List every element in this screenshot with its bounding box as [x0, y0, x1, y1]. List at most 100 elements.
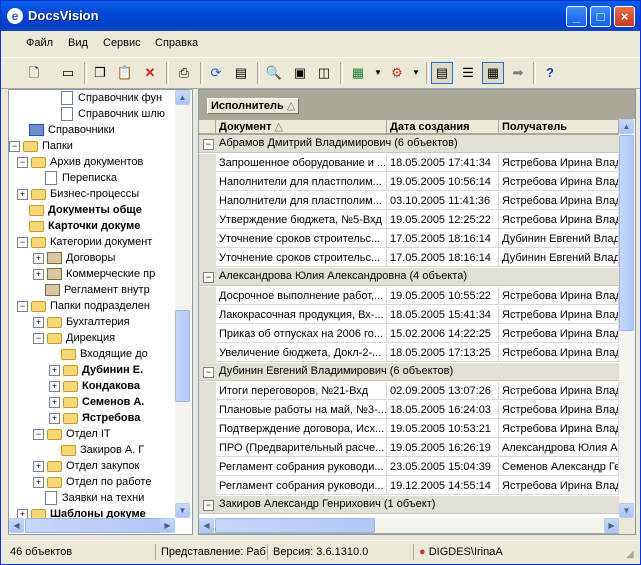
collapse-icon[interactable]: −: [17, 300, 28, 312]
group-by-chip[interactable]: Исполнитель △: [207, 98, 300, 114]
new-folder-icon[interactable]: ▭: [59, 64, 77, 82]
scroll-thumb[interactable]: [175, 310, 190, 402]
minimize-button[interactable]: _: [566, 6, 587, 27]
column-header-date[interactable]: Дата создания: [387, 120, 499, 134]
tree-item[interactable]: − Категории документ: [17, 234, 152, 250]
table-row[interactable]: ПРО (Предварительный расче... 19.05.2005 …: [199, 439, 619, 458]
find-folder-icon[interactable]: ◫: [315, 64, 333, 82]
tree-item[interactable]: Заявки на техни: [33, 490, 144, 506]
tree-item[interactable]: Входящие до: [49, 346, 148, 362]
collapse-icon[interactable]: −: [9, 140, 20, 152]
collapse-icon[interactable]: −: [203, 367, 214, 378]
resize-grip-icon[interactable]: ◢: [626, 549, 638, 561]
menu-file[interactable]: Файл: [26, 37, 53, 49]
tree-item[interactable]: + Коммерческие пр: [33, 266, 155, 282]
tree-item[interactable]: + Отдел закупок: [33, 458, 139, 474]
grid-vertical-scrollbar[interactable]: ▲ ▼: [619, 119, 635, 518]
title-bar[interactable]: e DocsVision _ □ ×: [1, 1, 640, 31]
find-card-icon[interactable]: ▣: [291, 64, 309, 82]
table-row[interactable]: Итоги переговоров, №21-Вхд 02.09.2005 13:…: [199, 382, 619, 401]
group-row[interactable]: − Дубинин Евгений Владимирович (6 объекто…: [199, 363, 619, 381]
collapse-icon[interactable]: −: [33, 332, 44, 344]
table-row[interactable]: Досрочное выполнение работ,... 19.05.2005…: [199, 287, 619, 306]
tree-horizontal-scrollbar[interactable]: ◀ ▶: [9, 518, 175, 533]
view-tree-icon[interactable]: ▤: [431, 62, 453, 84]
column-header-recipient[interactable]: Получатель: [499, 120, 619, 134]
view-list-icon[interactable]: ☰: [459, 64, 477, 82]
tree-item[interactable]: + Бизнес-процессы: [17, 186, 139, 202]
tree-item[interactable]: − Дирекция: [33, 330, 115, 346]
table-row[interactable]: Наполнители для пластполим... 03.10.2005 …: [199, 192, 619, 211]
expand-icon[interactable]: +: [49, 380, 60, 392]
tree-item[interactable]: Закиров А. Г: [49, 442, 144, 458]
help-icon[interactable]: ?: [541, 64, 559, 82]
maximize-button[interactable]: □: [590, 6, 611, 27]
collapse-icon[interactable]: −: [203, 500, 214, 511]
column-header-document[interactable]: Документ △: [216, 120, 387, 134]
expand-icon[interactable]: +: [33, 460, 44, 472]
view-details-icon[interactable]: ▦: [482, 62, 504, 84]
scroll-right-icon[interactable]: ▶: [604, 518, 619, 533]
chevron-down-icon[interactable]: ▼: [407, 64, 425, 82]
expand-icon[interactable]: +: [17, 188, 28, 200]
tree-item[interactable]: + Кондакова: [49, 378, 140, 394]
paste-icon[interactable]: 📋: [116, 64, 134, 82]
table-row[interactable]: Лакокрасочная продукция, Вх-... 18.05.200…: [199, 306, 619, 325]
table-row[interactable]: Плановые работы на май, №3-... 18.05.2005…: [199, 401, 619, 420]
tree-item[interactable]: − Архив документов: [17, 154, 143, 170]
print-icon[interactable]: ⎙: [175, 64, 193, 82]
tree-item[interactable]: Справочник фун: [49, 90, 162, 106]
table-row[interactable]: Регламент собрания руководи... 23.05.2005…: [199, 458, 619, 477]
expand-icon[interactable]: +: [33, 476, 44, 488]
expand-icon[interactable]: +: [49, 412, 60, 424]
table-row[interactable]: Подтверждение договора, Исх... 19.05.2005…: [199, 420, 619, 439]
tree-item[interactable]: Регламент внутр: [33, 282, 150, 298]
scroll-right-icon[interactable]: ▶: [160, 518, 175, 533]
menu-view[interactable]: Вид: [68, 37, 88, 49]
tree-item[interactable]: Карточки докуме: [17, 218, 140, 234]
tree-item[interactable]: − Папки: [9, 138, 73, 154]
tree-item[interactable]: − Папки подразделен: [17, 298, 150, 314]
collapse-icon[interactable]: −: [17, 236, 28, 248]
tree-item[interactable]: + Бухгалтерия: [33, 314, 130, 330]
group-row[interactable]: − Александрова Юлия Александровна (4 объе…: [199, 268, 619, 286]
table-row[interactable]: Запрошенное оборудование и ... 18.05.2005…: [199, 154, 619, 173]
collapse-icon[interactable]: −: [33, 428, 44, 440]
tree-item[interactable]: + Отдел по работе: [33, 474, 151, 490]
forward-icon[interactable]: ➡: [509, 64, 527, 82]
table-row[interactable]: Приказ об отпусках на 2006 го... 15.02.20…: [199, 325, 619, 344]
scroll-up-icon[interactable]: ▲: [619, 119, 634, 134]
table-row[interactable]: Наполнители для пластполим... 19.05.2005 …: [199, 173, 619, 192]
tree-item[interactable]: + Ястребова: [49, 410, 140, 426]
tree-vertical-scrollbar[interactable]: ▲ ▼: [175, 90, 191, 518]
properties-icon[interactable]: ▤: [232, 64, 250, 82]
expand-icon[interactable]: +: [33, 316, 44, 328]
new-document-icon[interactable]: 🗋: [25, 64, 43, 82]
collapse-icon[interactable]: −: [17, 156, 28, 168]
scroll-down-icon[interactable]: ▼: [175, 503, 190, 518]
menu-service[interactable]: Сервис: [103, 37, 141, 49]
group-row[interactable]: − Абрамов Дмитрий Владимирович (6 объекто…: [199, 135, 619, 153]
scroll-thumb[interactable]: [619, 135, 634, 331]
scroll-left-icon[interactable]: ◀: [9, 518, 24, 533]
close-button[interactable]: ×: [614, 6, 635, 27]
table-row[interactable]: Регламент собрания руководи... 19.12.2005…: [199, 477, 619, 496]
excel-export-icon[interactable]: ▦: [349, 64, 367, 82]
table-row[interactable]: Увеличение бюджета, Докл-2-... 18.05.2005…: [199, 344, 619, 363]
refresh-icon[interactable]: ⟳: [207, 64, 225, 82]
table-row[interactable]: Уточнение сроков строительс... 17.05.2005…: [199, 249, 619, 268]
tree-item[interactable]: Переписка: [33, 170, 117, 186]
scroll-thumb[interactable]: [25, 518, 165, 533]
group-row[interactable]: − Закиров Александр Генрихович (1 объект): [199, 496, 619, 514]
settings-icon[interactable]: ⚙: [388, 64, 406, 82]
collapse-icon[interactable]: −: [203, 272, 214, 283]
table-row[interactable]: Уточнение сроков строительс... 17.05.2005…: [199, 230, 619, 249]
grid-horizontal-scrollbar[interactable]: ◀ ▶: [199, 518, 619, 533]
tree-item[interactable]: Справочники: [17, 122, 115, 138]
menu-help[interactable]: Справка: [155, 37, 198, 49]
scroll-down-icon[interactable]: ▼: [619, 503, 634, 518]
scroll-left-icon[interactable]: ◀: [199, 518, 214, 533]
expand-icon[interactable]: +: [49, 364, 60, 376]
copy-icon[interactable]: ❐: [91, 64, 109, 82]
expand-icon[interactable]: +: [33, 268, 44, 280]
